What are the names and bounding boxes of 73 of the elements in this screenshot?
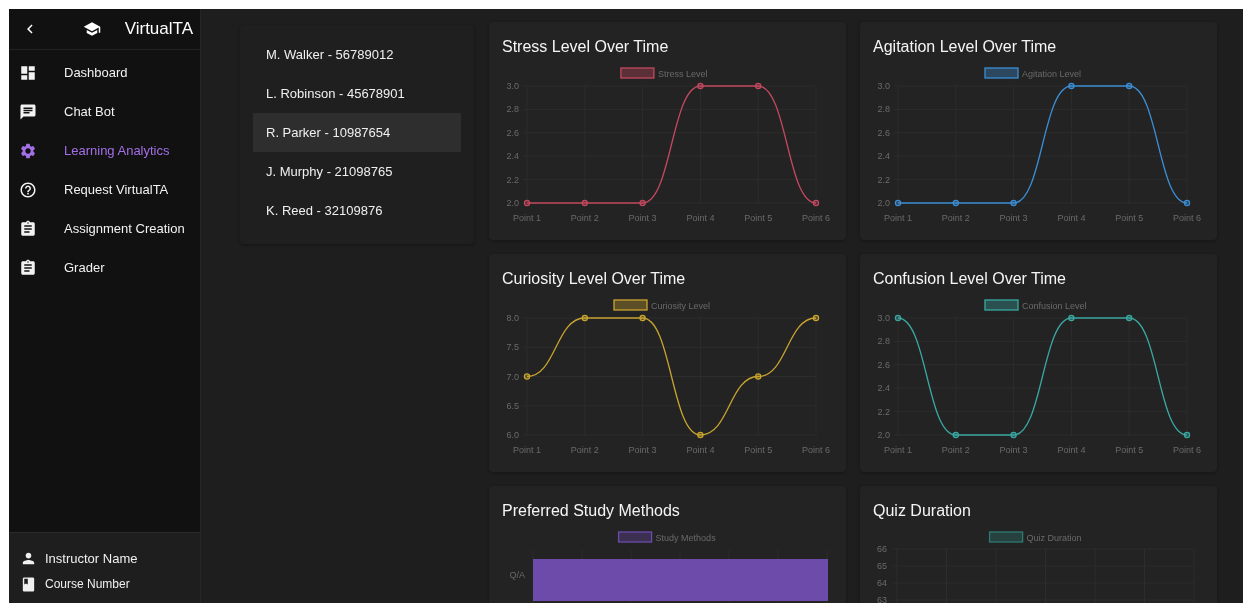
axis-tick-label: 2.0 <box>506 198 519 208</box>
nav-label: Grader <box>64 260 105 275</box>
chart-title: Stress Level Over Time <box>501 37 670 57</box>
axis-tick-label: 2.8 <box>877 336 890 347</box>
axis-tick-label: Point 6 <box>1173 213 1201 223</box>
nav-label: Dashboard <box>64 65 128 80</box>
axis-tick-label: 3.0 <box>877 313 890 323</box>
legend-label: Agitation Level <box>1022 68 1082 79</box>
footer-label: Course Number <box>45 577 130 591</box>
axis-tick-label: Point 3 <box>628 213 657 223</box>
axis-tick-label: Point 6 <box>802 445 830 455</box>
footer-label: Instructor Name <box>45 550 138 566</box>
axis-tick-label: Point 4 <box>686 445 715 455</box>
legend-label: Quiz Duration <box>1026 532 1082 543</box>
axis-tick-label: 7.5 <box>506 342 519 353</box>
axis-tick-label: 2.4 <box>877 151 890 162</box>
axis-tick-label: Point 2 <box>941 213 970 223</box>
axis-tick-label: Point 4 <box>1057 213 1086 223</box>
axis-tick-label: 63 <box>877 595 887 603</box>
axis-tick-label: 2.0 <box>877 198 890 208</box>
axis-tick-label: Point 5 <box>1115 213 1144 223</box>
axis-tick-label: 7.0 <box>506 371 519 382</box>
nav-label: Learning Analytics <box>64 143 170 158</box>
axis-tick-label: Point 4 <box>686 213 715 223</box>
axis-tick-label: 6.5 <box>506 400 519 411</box>
axis-tick-label: Point 1 <box>884 445 912 455</box>
axis-tick-label: Point 4 <box>1057 445 1086 455</box>
axis-tick-label: Point 1 <box>513 445 541 455</box>
axis-tick-label: Point 6 <box>802 213 830 223</box>
axis-tick-label: 2.2 <box>506 174 519 185</box>
axis-tick-label: Point 2 <box>941 445 970 455</box>
axis-tick-label: Point 1 <box>513 213 541 223</box>
axis-tick-label: 64 <box>877 578 887 588</box>
axis-tick-label: 2.6 <box>877 127 890 138</box>
axis-tick-label: 2.2 <box>877 174 890 185</box>
legend-label: Study Methods <box>655 532 716 543</box>
legend-label: Confusion Level <box>1022 300 1087 311</box>
chart-title: Confusion Level Over Time <box>872 269 1067 289</box>
axis-tick-label: Point 2 <box>570 213 599 223</box>
axis-tick-label: 2.4 <box>506 151 519 162</box>
axis-tick-label: Point 5 <box>1115 445 1144 455</box>
brand-name: VirtualTA <box>124 19 193 39</box>
nav-label: Request VirtualTA <box>64 182 169 197</box>
chart-title: Preferred Study Methods <box>501 501 681 521</box>
chart-title: Agitation Level Over Time <box>872 37 1058 57</box>
axis-tick-label: Point 3 <box>999 213 1028 223</box>
axis-tick-label: Point 5 <box>744 445 773 455</box>
legend-label: Curiosity Level <box>651 300 711 311</box>
axis-tick-label: Point 2 <box>570 445 599 455</box>
axis-tick-label: Point 3 <box>628 445 657 455</box>
nav-label: Assignment Creation <box>64 221 185 236</box>
axis-tick-label: 65 <box>877 561 887 571</box>
axis-tick-label: Point 1 <box>884 213 912 223</box>
axis-tick-label: 2.6 <box>506 127 519 138</box>
axis-tick-label: 2.8 <box>877 104 890 115</box>
axis-tick-label: Point 5 <box>744 213 773 223</box>
axis-tick-label: 66 <box>877 544 887 554</box>
axis-tick-label: Point 6 <box>1173 445 1201 455</box>
axis-tick-label: 3.0 <box>877 81 890 91</box>
legend-label: Stress Level <box>657 68 708 79</box>
axis-tick-label: 2.2 <box>877 406 890 417</box>
chart-title: Curiosity Level Over Time <box>501 269 687 289</box>
axis-tick-label: 6.0 <box>506 430 519 440</box>
axis-tick-label: 3.0 <box>506 81 519 91</box>
nav-label: Chat Bot <box>64 104 115 119</box>
axis-tick-label: 2.4 <box>877 383 890 394</box>
axis-tick-label: 2.0 <box>877 430 890 440</box>
axis-tick-label: Q/A <box>509 570 525 580</box>
axis-tick-label: Point 3 <box>999 445 1028 455</box>
axis-tick-label: 8.0 <box>506 313 519 323</box>
axis-tick-label: 2.8 <box>506 104 519 115</box>
chart-title: Quiz Duration <box>872 501 972 521</box>
axis-tick-label: 2.6 <box>877 359 890 370</box>
